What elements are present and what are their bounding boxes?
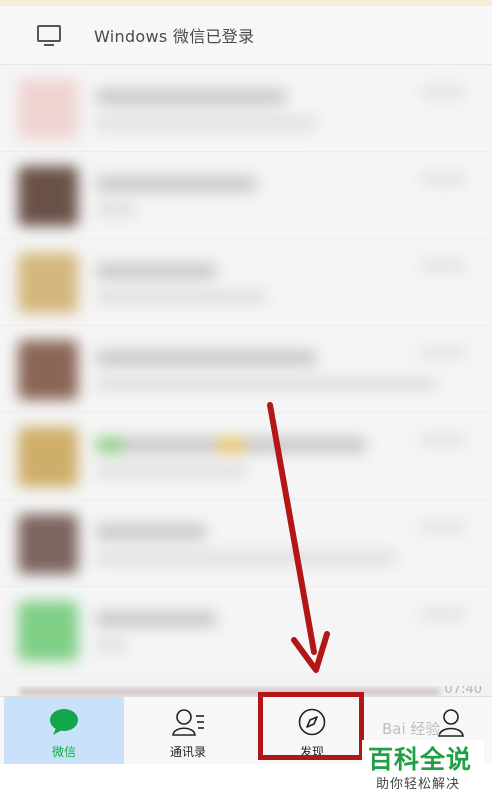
watermark-subtitle: 助你轻松解决 — [376, 777, 461, 792]
chat-row[interactable] — [0, 152, 492, 239]
tab-label: 微信 — [51, 745, 76, 759]
tab-label: 通讯录 — [169, 745, 206, 759]
chat-screen: Windows 微信已登录 — [0, 6, 492, 696]
avatar — [18, 427, 78, 487]
windows-login-text: Windows 微信已登录 — [94, 27, 255, 46]
chat-row[interactable] — [0, 500, 492, 587]
person-icon — [436, 707, 466, 741]
avatar — [18, 253, 78, 313]
avatar — [18, 79, 78, 139]
tab-contacts[interactable]: 通讯录 — [128, 697, 248, 765]
chat-row[interactable] — [0, 65, 492, 152]
chat-row[interactable] — [0, 413, 492, 500]
monitor-icon — [36, 24, 62, 48]
chat-bubble-icon — [48, 707, 80, 741]
avatar — [18, 601, 78, 661]
chat-row[interactable] — [0, 239, 492, 326]
annotation-highlight-box — [258, 692, 364, 760]
chat-list — [0, 65, 492, 674]
contacts-icon — [170, 707, 206, 741]
chat-row[interactable] — [0, 587, 492, 674]
tab-chats[interactable]: 微信 — [4, 697, 124, 765]
baidu-watermark: Bai 经验 — [382, 720, 441, 738]
watermark-title: 百科全说 — [368, 745, 473, 774]
windows-login-banner[interactable]: Windows 微信已登录 — [0, 6, 492, 65]
avatar — [18, 340, 78, 400]
chat-row[interactable] — [0, 326, 492, 413]
avatar — [18, 514, 78, 574]
avatar — [18, 166, 78, 226]
